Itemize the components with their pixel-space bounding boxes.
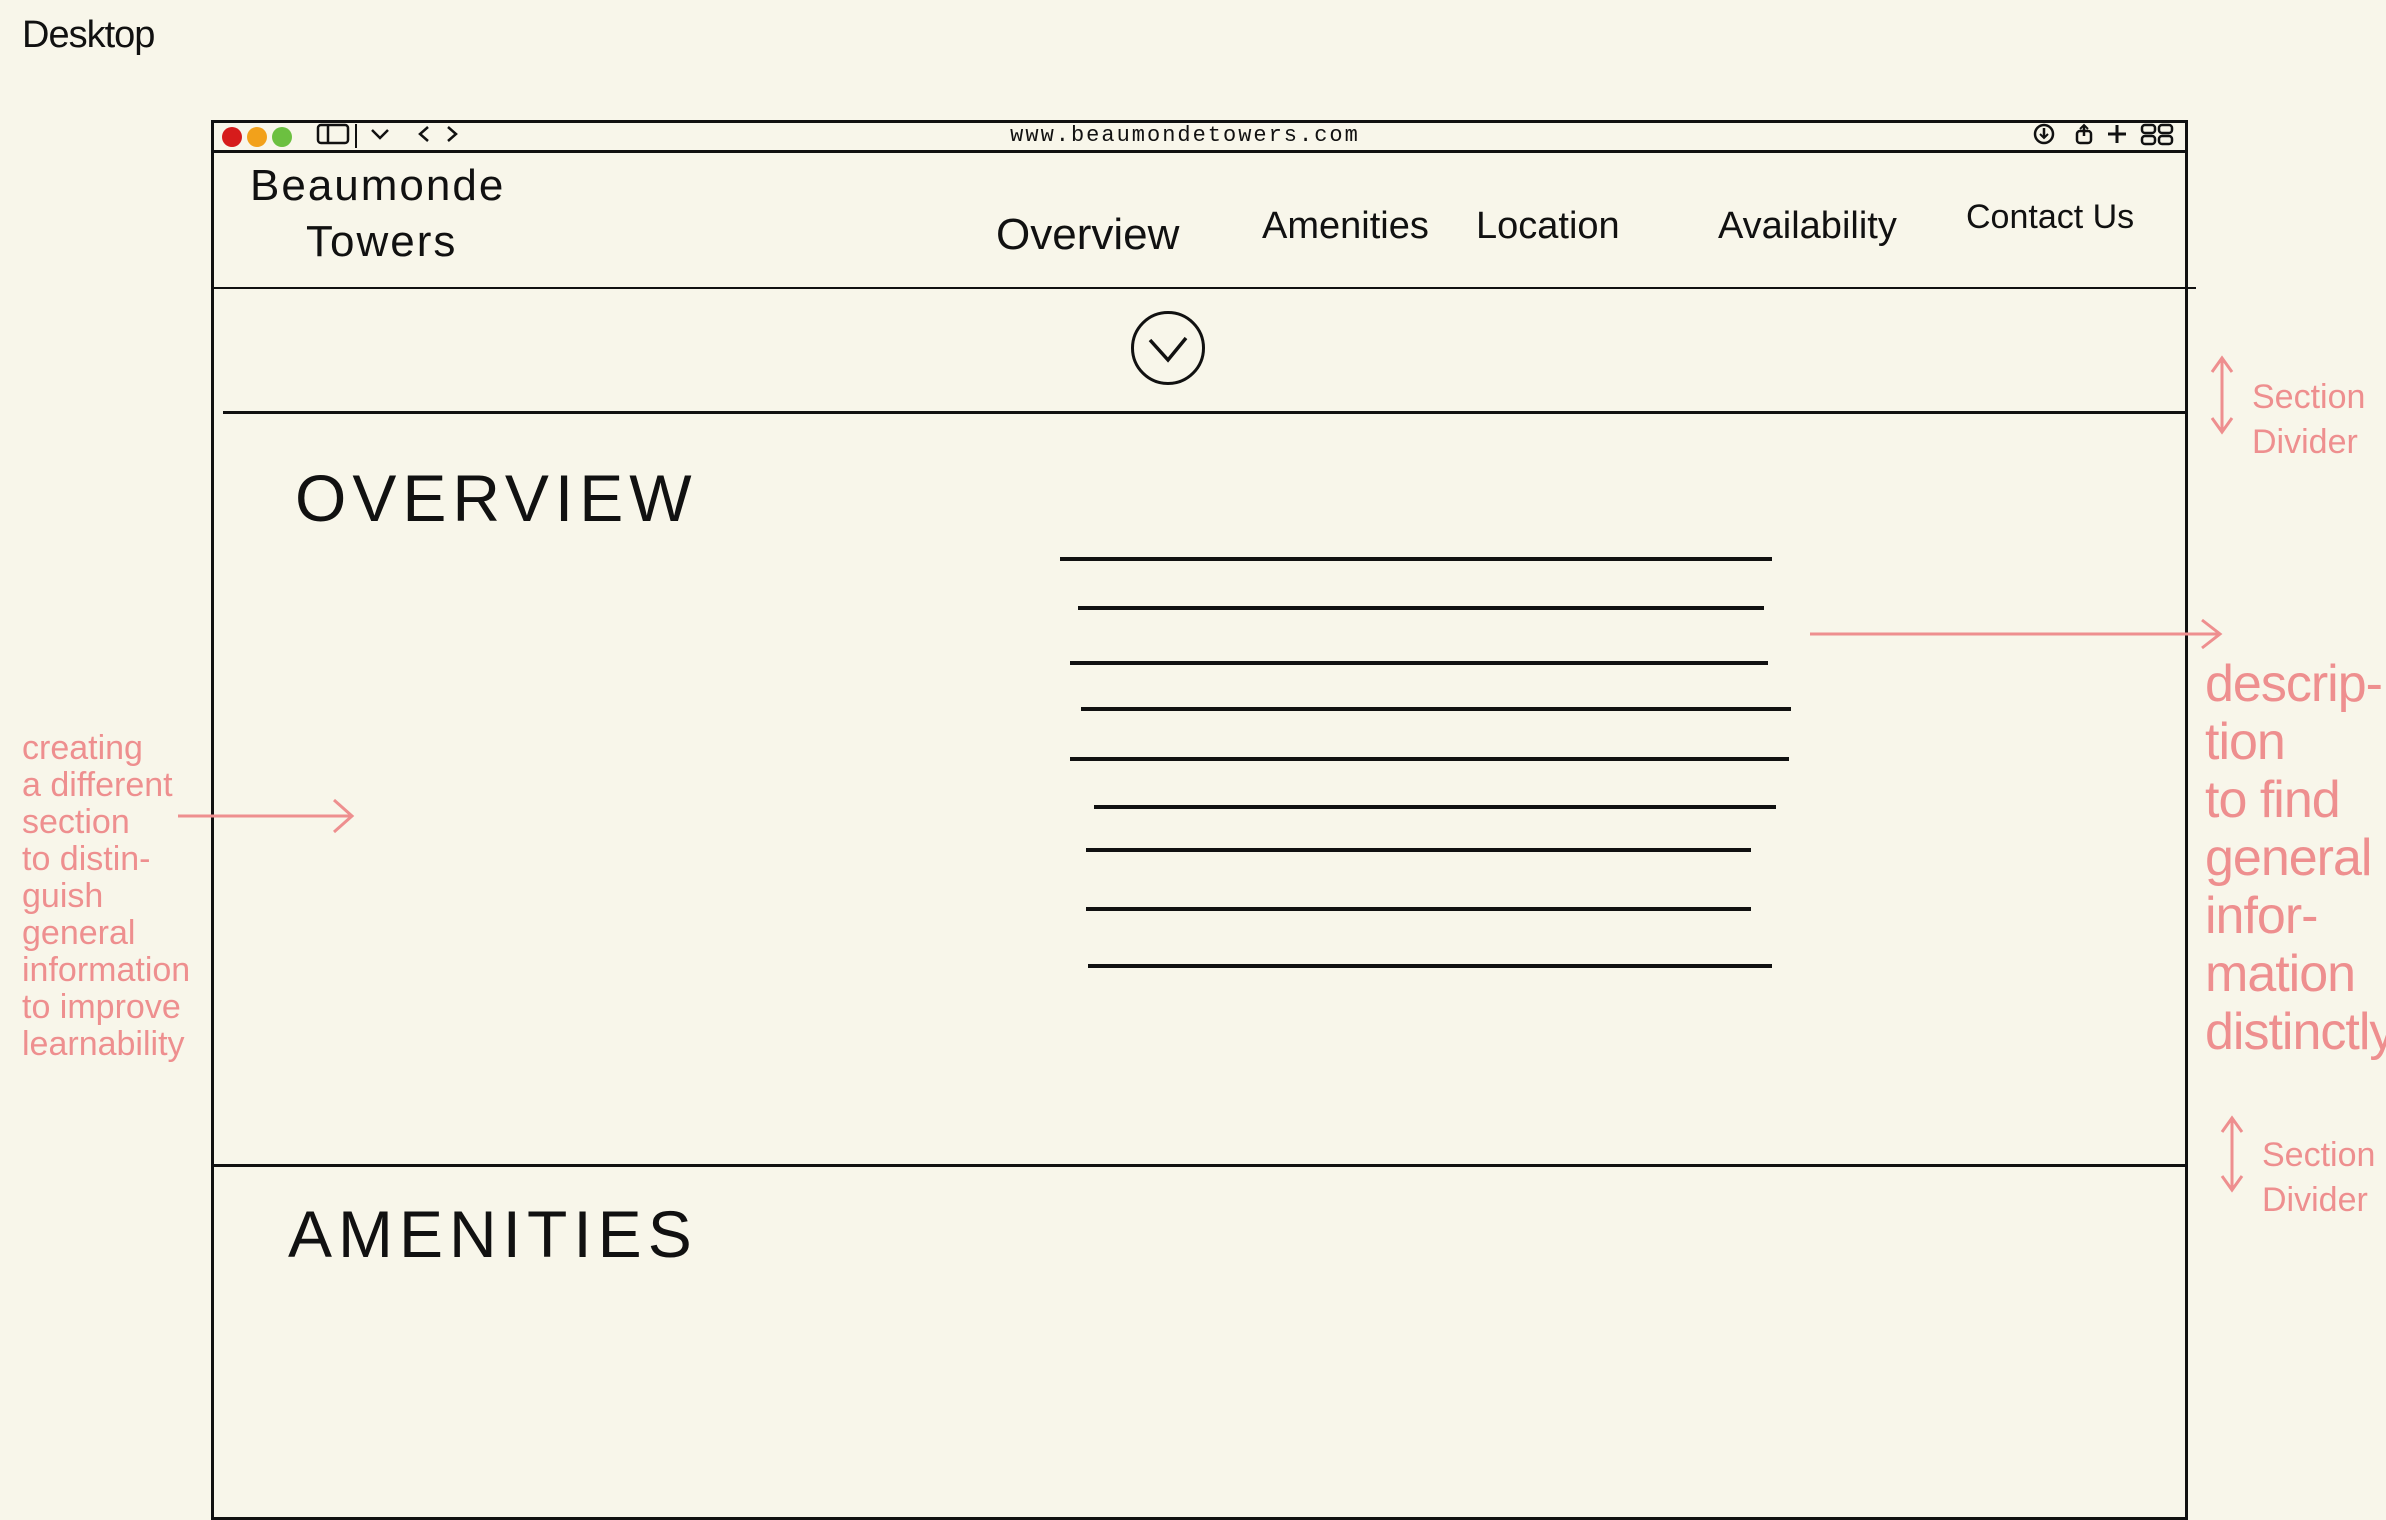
annotation-right-note: descrip- tion to find general infor- mat… (2205, 655, 2386, 1061)
annotation-section-divider-top: Section Divider (2252, 378, 2366, 461)
annotation-left-note: creating a different section to distin- … (22, 729, 191, 1063)
annotation-arrows (178, 355, 2244, 1193)
annotation-section-divider-bottom: Section Divider (2262, 1136, 2376, 1219)
